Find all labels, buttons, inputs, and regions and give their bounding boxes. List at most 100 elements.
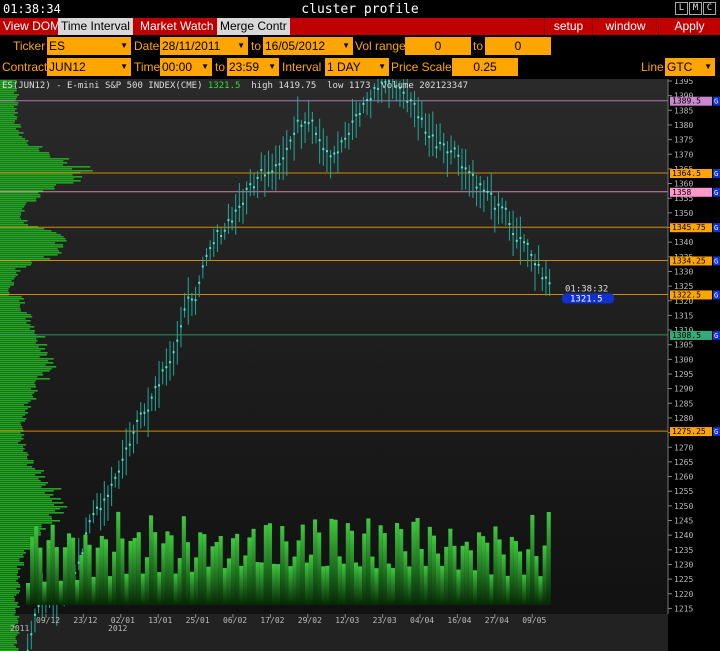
candle-body [402,91,405,94]
price-tick-label: 1220 [674,590,693,599]
volume-profile-bar [0,468,36,470]
ticker-select[interactable]: ES ▼ [47,37,131,55]
volume-profile-bar [0,176,83,178]
volume-profile-bar [0,178,74,180]
candle-body [519,236,522,239]
volume-profile-bar [0,272,17,274]
contract-value: JUN12 [49,60,86,74]
date-tick-label: 09/05 [522,616,546,625]
volume-bar [83,534,88,605]
tab-market-watch[interactable]: Market Watch [137,18,217,35]
price-tick-label: 1370 [674,150,693,159]
tab-view-dom[interactable]: View DOM [0,18,63,35]
volume-profile-bar [0,330,35,332]
candle-body [271,170,274,173]
window-button-l[interactable]: L [675,2,688,15]
volume-bar [185,542,190,605]
volume-profile-bar [0,502,64,504]
volume-profile-bar [0,162,68,164]
volume-bar [235,533,240,605]
line-value: GTC [667,60,693,74]
volume-profile-bar [0,464,27,466]
volume-profile-bar [0,140,29,142]
volume-profile-bar [0,256,44,258]
volume-bar [79,554,84,605]
cluster-profile-chart[interactable]: 1395139013851380137513701365136013551350… [0,79,720,651]
chevron-down-icon: ▼ [704,62,712,71]
volume-profile-bar [0,160,64,162]
window-button[interactable]: window [592,18,658,35]
volume-profile-bar [0,316,33,318]
volume-profile-bar [0,610,16,612]
candle-body [260,169,263,172]
window-title: cluster profile [301,2,419,17]
candle-body [347,132,350,135]
volume-profile-bar [0,432,21,434]
volume-profile-bar [0,198,37,200]
contract-select[interactable]: JUN12 ▼ [47,58,131,76]
volume-bar [38,547,43,605]
candle-body [154,386,157,389]
price-tick-label: 1215 [674,604,693,613]
volume-profile-bar [0,106,14,108]
date-to-select[interactable]: 16/05/2012 ▼ [263,37,353,55]
volume-profile-bar [0,582,19,584]
tab-time-interval[interactable]: Time Interval [58,18,133,35]
price-scale-input[interactable]: 0.25 [452,58,518,76]
volume-profile-bar [0,416,23,418]
candle-body [453,147,456,150]
candle-body [99,508,102,511]
volume-bar [288,566,293,605]
volume-profile-bar [0,578,19,580]
window-button-m[interactable]: M [689,2,702,15]
ticker-value: ES [49,39,66,53]
volume-profile-bar [0,390,38,392]
volume-bar [395,522,400,605]
volume-profile-bar [0,314,31,316]
candle-body [30,633,33,636]
volume-profile-bar [0,584,21,586]
volume-bar [505,575,510,605]
volume-profile-bar [0,546,32,548]
volume-bar [231,538,236,605]
volume-profile-bar [0,418,27,420]
volume-profile-bar [0,576,20,578]
volume-profile-bar [0,250,60,252]
volume-profile-bar [0,96,18,98]
candle-body [439,141,442,144]
volume-profile-bar [0,228,45,230]
price-scale-label: Price Scale [391,60,452,74]
setup-button[interactable]: setup [544,18,592,35]
chevron-down-icon: ▼ [342,41,350,50]
volume-profile-bar [0,402,29,404]
volume-bar [128,540,133,605]
candle-body [37,605,40,608]
volume-profile-bar [0,208,23,210]
time-from-select[interactable]: 00:00 ▼ [160,58,212,76]
volume-profile-bar [0,292,10,294]
candle-body [169,361,171,364]
volume-profile-bar [0,194,41,196]
line-select[interactable]: GTC ▼ [665,58,715,76]
volume-profile-bar [0,570,18,572]
apply-button[interactable]: Apply [658,18,720,35]
candle-body [428,135,431,138]
tab-merge-contr[interactable]: Merge Contr [217,18,290,35]
volume-bar [317,532,322,605]
volume-profile-bar [0,340,38,342]
interval-select[interactable]: 1 DAY ▼ [325,58,389,76]
volume-profile-bar [0,370,50,372]
vol-from-input[interactable]: 0 [405,37,471,55]
date-from-select[interactable]: 28/11/2011 ▼ [160,37,248,55]
volume-profile-bar [0,308,21,310]
window-button-c[interactable]: C [703,2,716,15]
volume-profile-bar [0,564,25,566]
vol-to-input[interactable]: 0 [485,37,551,55]
time-to-select[interactable]: 23:59 ▼ [227,58,279,76]
volume-profile-bar [0,344,48,346]
volume-profile-bar [0,102,19,104]
volume-profile-bar [0,400,31,402]
volume-profile-bar [0,170,93,172]
level-label: 1334.25 [672,256,706,265]
volume-profile-bar [0,594,17,596]
